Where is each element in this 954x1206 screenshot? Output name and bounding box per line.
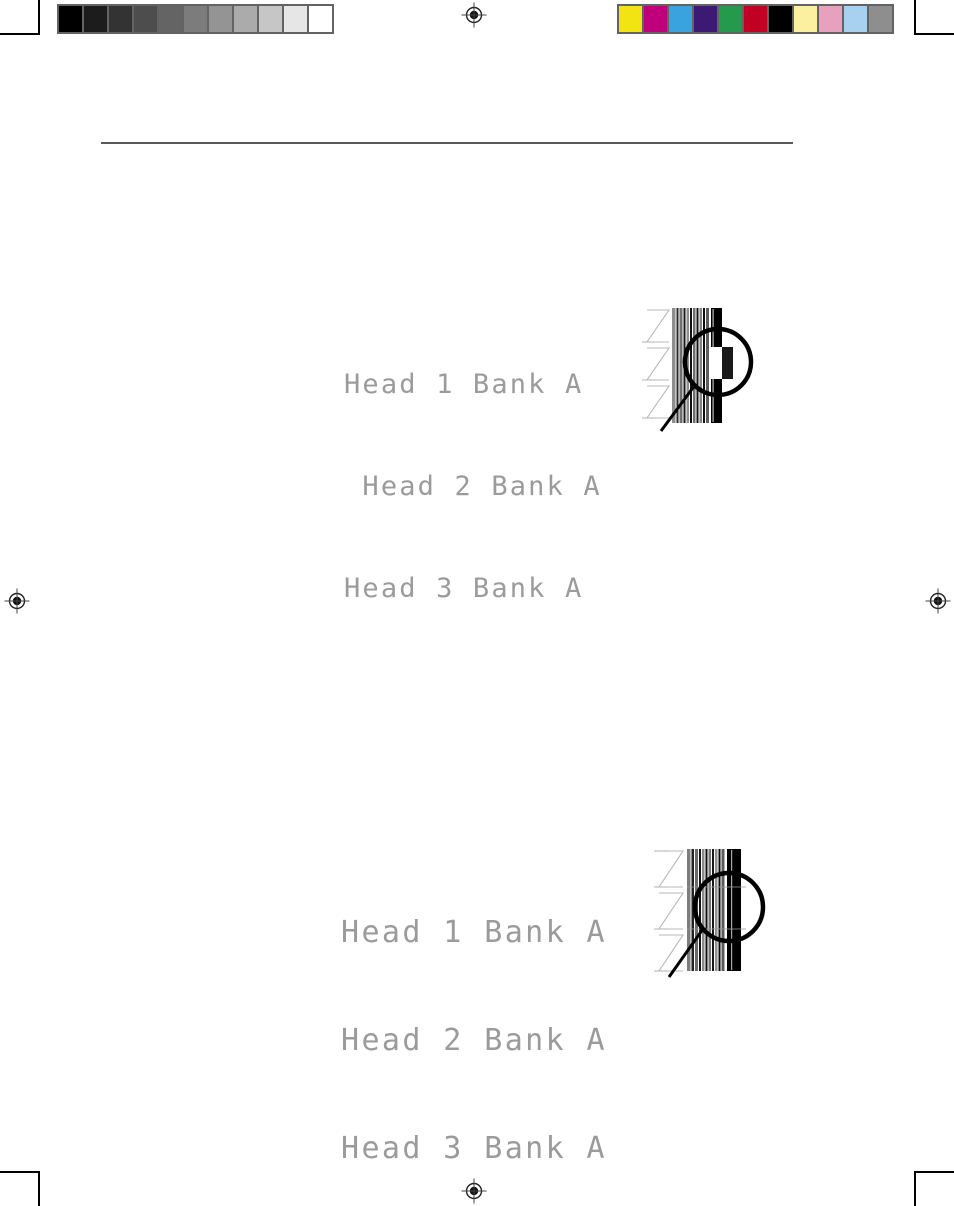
color-patch-9 <box>844 6 869 32</box>
color-patch-5 <box>744 6 769 32</box>
nozzle-head-label-line: Head 2 Bank A <box>341 1023 607 1058</box>
nozzle-head-label-block: Head 1 Bank A Head 2 Bank A Head 3 Bank … <box>344 300 602 674</box>
nozzle-head-label-line: Head 3 Bank A <box>344 573 584 604</box>
nozzle-head-label-line: Head 1 Bank A <box>341 915 607 950</box>
grayscale-patch-8 <box>259 6 284 32</box>
color-patch-6 <box>769 6 794 32</box>
crop-mark-horizontal-rule <box>914 33 954 35</box>
grayscale-patch-1 <box>84 6 109 32</box>
color-patch-1 <box>644 6 669 32</box>
registration-mark-right <box>925 588 951 614</box>
crop-mark-horizontal-rule <box>0 1171 40 1173</box>
registration-mark-left <box>4 588 30 614</box>
nozzle-head-label-line: Head 2 Bank A <box>344 471 602 502</box>
color-calibration-strip <box>617 4 894 34</box>
crop-mark-bottom-left <box>0 1171 40 1206</box>
nozzle-test-bars-graphic <box>639 300 779 445</box>
grayscale-patch-9 <box>284 6 309 32</box>
crop-mark-top-right <box>914 0 954 35</box>
grayscale-patch-6 <box>209 6 234 32</box>
grayscale-patch-4 <box>159 6 184 32</box>
registration-mark-top <box>461 2 487 28</box>
crop-mark-vertical-rule <box>914 0 916 35</box>
crop-mark-vertical-rule <box>914 1171 916 1206</box>
grayscale-patch-2 <box>109 6 134 32</box>
nozzle-head-label-line: Head 1 Bank A <box>344 369 584 400</box>
grayscale-patch-3 <box>134 6 159 32</box>
color-patch-2 <box>669 6 694 32</box>
grayscale-patch-0 <box>59 6 84 32</box>
crop-mark-horizontal-rule <box>914 1171 954 1173</box>
grayscale-calibration-strip <box>57 4 334 34</box>
nozzle-head-label-line: Head 3 Bank A <box>341 1131 607 1166</box>
grayscale-patch-5 <box>184 6 209 32</box>
color-patch-0 <box>619 6 644 32</box>
header-rule <box>101 142 793 144</box>
color-patch-7 <box>794 6 819 32</box>
color-patch-3 <box>694 6 719 32</box>
crop-mark-top-left <box>0 0 40 35</box>
crop-mark-vertical-rule <box>38 0 40 35</box>
nozzle-head-label-block: Head 1 Bank A Head 2 Bank A Head 3 Bank … <box>341 843 607 1206</box>
grayscale-patch-7 <box>234 6 259 32</box>
nozzle-test-bars-graphic <box>651 843 791 993</box>
crop-mark-horizontal-rule <box>0 33 40 35</box>
document-page: Head 1 Bank A Head 2 Bank A Head 3 Bank … <box>0 0 954 1206</box>
color-patch-4 <box>719 6 744 32</box>
color-patch-8 <box>819 6 844 32</box>
color-patch-10 <box>869 6 892 32</box>
crop-mark-bottom-right <box>914 1171 954 1206</box>
grayscale-patch-10 <box>309 6 332 32</box>
crop-mark-vertical-rule <box>38 1171 40 1206</box>
